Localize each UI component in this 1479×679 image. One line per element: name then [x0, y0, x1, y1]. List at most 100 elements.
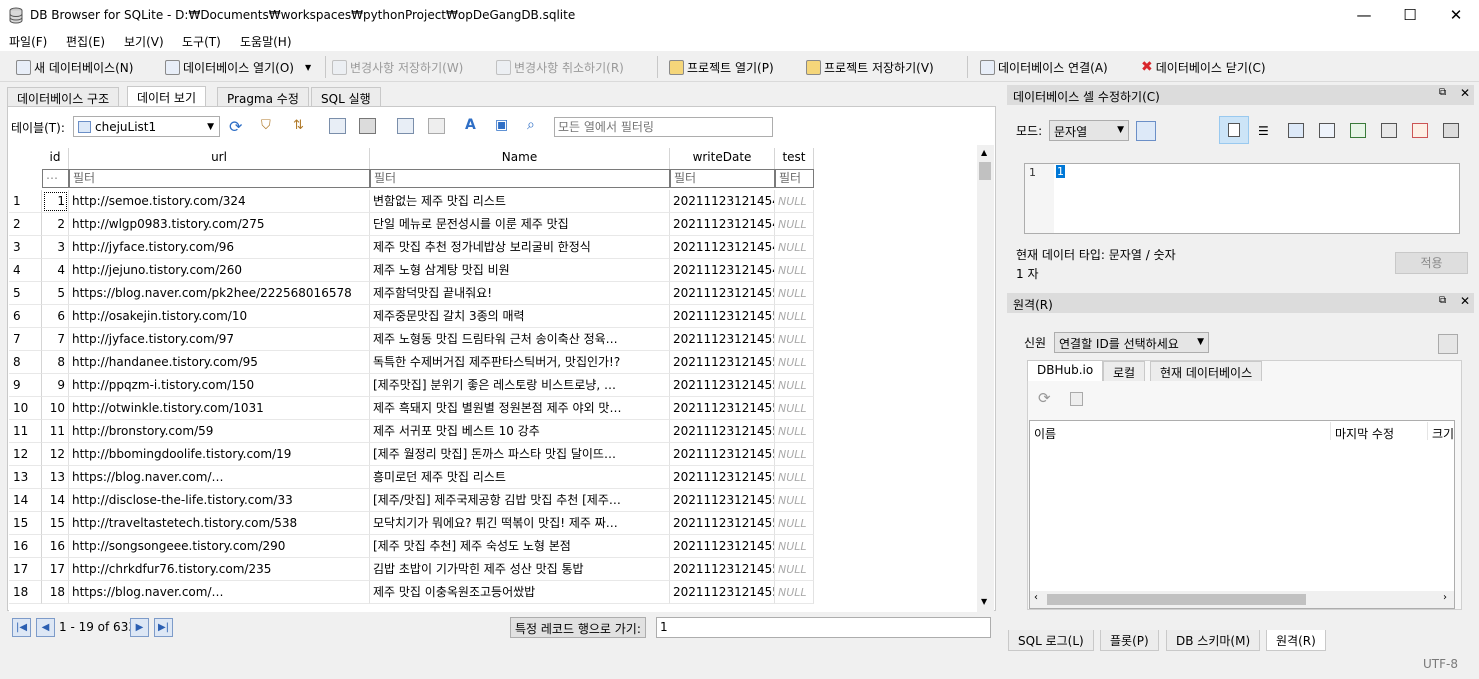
- tab-sql-log[interactable]: SQL 로그(L): [1008, 630, 1094, 651]
- tab-dbhub[interactable]: DBHub.io: [1027, 360, 1104, 381]
- cell-name[interactable]: [제주/맛집] 제주국제공항 김밥 맛집 추천 [제주…: [370, 489, 670, 512]
- cell-test[interactable]: NULL: [775, 535, 814, 558]
- auto-switch-mode-icon[interactable]: [1136, 121, 1156, 141]
- cell-writedate[interactable]: 20211123121454: [670, 236, 775, 259]
- cell-test[interactable]: NULL: [775, 489, 814, 512]
- cell-id[interactable]: 6: [42, 305, 69, 328]
- cell-id[interactable]: 11: [42, 420, 69, 443]
- cell-test[interactable]: NULL: [775, 328, 814, 351]
- apply-button[interactable]: 적용: [1395, 252, 1468, 274]
- next-record-icon[interactable]: ▶: [130, 618, 149, 637]
- cell-test[interactable]: NULL: [775, 443, 814, 466]
- cell-writedate[interactable]: 20211123121454: [670, 259, 775, 282]
- previous-record-icon[interactable]: ◀: [36, 618, 55, 637]
- filter-input-url[interactable]: 필터: [69, 169, 370, 188]
- float-dock-icon[interactable]: ⧉: [1439, 295, 1446, 306]
- cell-id[interactable]: 1: [42, 190, 69, 213]
- remote-file-list[interactable]: 이름 마지막 수정 크기 ‹ ›: [1029, 420, 1455, 609]
- table-row[interactable]: 1 1 http://semoe.tistory.com/324 변함없는 제주 맛집…: [9, 190, 814, 213]
- cell-id[interactable]: 18: [42, 581, 69, 604]
- cell-url[interactable]: http://bbomingdoolife.tistory.com/19: [69, 443, 370, 466]
- cell-id[interactable]: 2: [42, 213, 69, 236]
- cell-name[interactable]: 흥미로던 제주 맛집 리스트: [370, 466, 670, 489]
- cell-url[interactable]: http://songsongeee.tistory.com/290: [69, 535, 370, 558]
- cell-id[interactable]: 16: [42, 535, 69, 558]
- import-file-icon[interactable]: [1288, 123, 1304, 138]
- cell-url[interactable]: https://blog.naver.com/…: [69, 466, 370, 489]
- cell-test[interactable]: NULL: [775, 374, 814, 397]
- cell-id[interactable]: 9: [42, 374, 69, 397]
- cell-test[interactable]: NULL: [775, 259, 814, 282]
- goto-record-button[interactable]: 특정 레코드 행으로 가기:: [510, 617, 646, 638]
- column-header-url[interactable]: url: [69, 148, 370, 169]
- cell-url[interactable]: http://traveltastetech.tistory.com/538: [69, 512, 370, 535]
- cell-id[interactable]: 4: [42, 259, 69, 282]
- column-header-name[interactable]: Name: [370, 148, 670, 169]
- export-to-file-icon[interactable]: [1350, 123, 1366, 138]
- table-row[interactable]: 7 7 http://jyface.tistory.com/97 제주 노형동 맛집 …: [9, 328, 814, 351]
- close-window-button[interactable]: ✕: [1433, 0, 1479, 31]
- scroll-thumb[interactable]: [1047, 594, 1306, 605]
- minimize-button[interactable]: —: [1341, 0, 1387, 31]
- cell-url[interactable]: http://wlgp0983.tistory.com/275: [69, 213, 370, 236]
- table-row[interactable]: 2 2 http://wlgp0983.tistory.com/275 단일 메뉴로 …: [9, 213, 814, 236]
- print-icon[interactable]: [359, 118, 376, 134]
- cell-name[interactable]: 변함없는 제주 맛집 리스트: [370, 190, 670, 213]
- cell-name[interactable]: 제주 맛집 이충옥원조고등어쌌밥: [370, 581, 670, 604]
- cell-url[interactable]: http://chrkdfur76.tistory.com/235: [69, 558, 370, 581]
- cell-name[interactable]: [제주 맛집 추천] 제주 숙성도 노형 본점: [370, 535, 670, 558]
- cell-writedate[interactable]: 20211123121455: [670, 535, 775, 558]
- cell-test[interactable]: NULL: [775, 282, 814, 305]
- first-record-icon[interactable]: |◀: [12, 618, 31, 637]
- menu-file[interactable]: 파일(F): [9, 33, 47, 50]
- cell-name[interactable]: [제주맛집] 분위기 좋은 레스토랑 비스트로냥, …: [370, 374, 670, 397]
- cell-name[interactable]: 제주 서귀포 맛집 베스트 10 강추: [370, 420, 670, 443]
- table-row[interactable]: 6 6 http://osakejin.tistory.com/10 제주중문맛집 갈…: [9, 305, 814, 328]
- float-dock-icon[interactable]: ⧉: [1439, 87, 1446, 98]
- table-row[interactable]: 4 4 http://jejuno.tistory.com/260 제주 노형 삼계탕…: [9, 259, 814, 282]
- indent-icon[interactable]: ☰: [1258, 124, 1269, 138]
- refresh-icon[interactable]: ⟳: [229, 117, 242, 136]
- column-header-writedate[interactable]: writeDate: [670, 148, 775, 169]
- save-table-icon[interactable]: [329, 118, 346, 134]
- attach-database-button[interactable]: 데이터베이스 연결(A): [980, 57, 1108, 77]
- maximize-button[interactable]: ☐: [1387, 0, 1433, 31]
- cell-id[interactable]: 10: [42, 397, 69, 420]
- column-header-remote-name[interactable]: 이름: [1034, 425, 1056, 442]
- cell-name[interactable]: 제주중문맛집 갈치 3종의 매력: [370, 305, 670, 328]
- cell-url[interactable]: https://blog.naver.com/…: [69, 581, 370, 604]
- filter-input-test[interactable]: 필터: [775, 169, 814, 188]
- mode-select[interactable]: 문자열 ▼: [1049, 120, 1129, 141]
- menu-view[interactable]: 보기(V): [124, 33, 164, 50]
- cell-name[interactable]: 제주 맛집 추천 정가네밥상 보리굴비 한정식: [370, 236, 670, 259]
- cell-name[interactable]: 모닥치기가 뭐에요? 튀긴 떡볶이 맛집! 제주 짜…: [370, 512, 670, 535]
- menu-tools[interactable]: 도구(T): [182, 33, 221, 50]
- cell-test[interactable]: NULL: [775, 351, 814, 374]
- scroll-down-icon[interactable]: ▼: [981, 597, 987, 606]
- cell-name[interactable]: [제주 월정리 맛집] 돈까스 파스타 맛집 달이뜨…: [370, 443, 670, 466]
- tab-browse-data[interactable]: 데이터 보기: [127, 86, 207, 107]
- cell-writedate[interactable]: 20211123121454: [670, 213, 775, 236]
- table-row[interactable]: 12 12 http://bbomingdoolife.tistory.com/19…: [9, 443, 814, 466]
- clone-database-icon[interactable]: [1070, 392, 1083, 406]
- cell-writedate[interactable]: 20211123121455: [670, 558, 775, 581]
- print-cell-icon[interactable]: [1443, 123, 1459, 138]
- new-database-button[interactable]: 새 데이터베이스(N): [16, 57, 133, 77]
- cell-id[interactable]: 3: [42, 236, 69, 259]
- tab-database-structure[interactable]: 데이터베이스 구조: [7, 87, 120, 107]
- cell-name[interactable]: 제주 노형 삼계탕 맛집 비원: [370, 259, 670, 282]
- cell-name[interactable]: 김밥 초밥이 기가막힌 제주 성산 맛집 통밥: [370, 558, 670, 581]
- filter-input-id[interactable]: ⋯: [42, 169, 69, 188]
- find-replace-icon[interactable]: ⌕: [527, 117, 535, 133]
- tab-db-schema[interactable]: DB 스키마(M): [1166, 630, 1261, 651]
- cell-url[interactable]: https://blog.naver.com/pk2hee/2225680165…: [69, 282, 370, 305]
- cell-id[interactable]: 12: [42, 443, 69, 466]
- cell-test[interactable]: NULL: [775, 190, 814, 213]
- cell-url[interactable]: http://otwinkle.tistory.com/1031: [69, 397, 370, 420]
- cell-writedate[interactable]: 20211123121455: [670, 489, 775, 512]
- cell-url[interactable]: http://disclose-the-life.tistory.com/33: [69, 489, 370, 512]
- cell-writedate[interactable]: 20211123121455: [670, 420, 775, 443]
- open-project-button[interactable]: 프로젝트 열기(P): [669, 57, 774, 77]
- cell-url[interactable]: http://jyface.tistory.com/96: [69, 236, 370, 259]
- close-dock-icon[interactable]: ✕: [1460, 86, 1470, 100]
